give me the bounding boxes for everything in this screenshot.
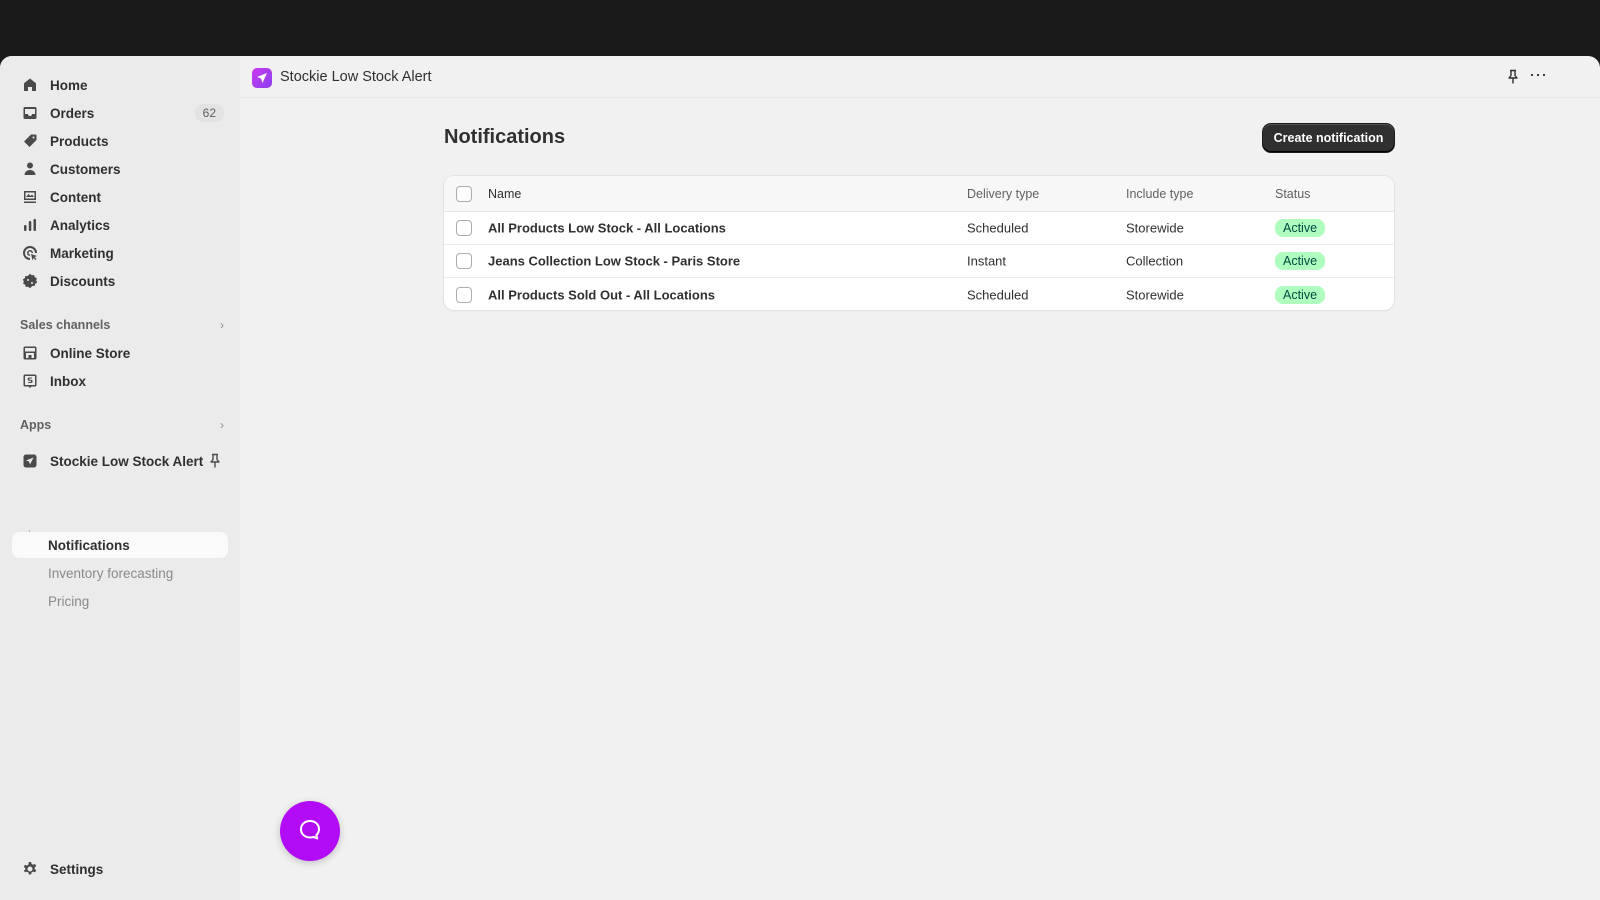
column-header-name: Name (488, 186, 522, 201)
table-row[interactable]: All Products Low Stock - All Locations S… (444, 212, 1394, 245)
row-checkbox[interactable] (456, 253, 472, 269)
app-topbar: Stockie Low Stock Alert ⋯ (240, 56, 1600, 98)
sidebar-item-label: Inbox (50, 373, 86, 389)
sidebar-item-home[interactable]: Home (12, 72, 228, 98)
sidebar-item-label: Notifications (48, 537, 130, 553)
person-icon (22, 161, 38, 177)
include-type: Storewide (1126, 220, 1184, 236)
row-checkbox[interactable] (456, 286, 472, 303)
sidebar-subitem-pricing[interactable]: Pricing (12, 588, 228, 614)
status-badge: Active (1275, 252, 1326, 270)
notification-name: Jeans Collection Low Stock - Paris Store (488, 253, 741, 269)
target-cursor-icon (22, 245, 38, 261)
page-title: Notifications (444, 126, 566, 148)
chevron-right-icon: › (220, 318, 224, 332)
sales-channels-header[interactable]: Sales channels › (20, 318, 224, 332)
chevron-right-icon: › (220, 418, 224, 432)
sidebar-item-label: Online Store (50, 345, 131, 361)
apps-header[interactable]: Apps › (20, 418, 224, 432)
create-notification-button[interactable]: Create notification (1263, 124, 1394, 152)
sidebar-item-label: Inventory forecasting (48, 565, 174, 581)
sidebar-subitem-inventory-forecasting[interactable]: Inventory forecasting (12, 560, 228, 586)
sidebar-item-label: Orders (50, 105, 95, 121)
column-header-status: Status (1275, 186, 1311, 201)
table-row[interactable]: All Products Sold Out - All Locations Sc… (444, 278, 1394, 310)
status-badge: Active (1275, 285, 1326, 304)
chat-bubble-icon (297, 817, 323, 846)
pin-icon[interactable] (1506, 69, 1520, 88)
gear-icon (22, 861, 38, 877)
notifications-table: Name Delivery type Include type Status A… (444, 176, 1394, 310)
status-cell: Active (1275, 252, 1326, 270)
inbox-chat-icon (22, 373, 38, 389)
delivery-type: Instant (967, 253, 1007, 269)
admin-window: Home Orders 62 Products Customers Conten… (0, 56, 1600, 900)
more-options-icon[interactable]: ⋯ (1529, 65, 1548, 86)
table-header: Name Delivery type Include type Status (444, 176, 1394, 212)
storefront-icon (22, 345, 38, 361)
delivery-type: Scheduled (967, 287, 1029, 302)
column-header-delivery: Delivery type (967, 186, 1040, 201)
column-header-include: Include type (1126, 186, 1194, 201)
include-type: Storewide (1126, 287, 1184, 302)
app-send-icon (22, 453, 38, 469)
status-badge: Active (1275, 219, 1326, 237)
sidebar-item-label: Marketing (50, 245, 114, 261)
sidebar-item-label: Analytics (50, 217, 111, 233)
discount-badge-icon (22, 273, 38, 289)
sidebar-item-label: Home (50, 77, 88, 93)
section-title: Apps (20, 418, 52, 432)
notification-name: All Products Low Stock - All Locations (488, 220, 726, 236)
sidebar-item-label: Pricing (48, 593, 90, 609)
sidebar-item-analytics[interactable]: Analytics (12, 212, 228, 238)
image-icon (22, 189, 38, 205)
sidebar-item-label: Stockie Low Stock Alert (50, 453, 204, 469)
sidebar-item-label: Content (50, 189, 101, 205)
pin-icon[interactable] (208, 453, 222, 472)
orders-count-badge: 62 (194, 104, 224, 122)
sidebar-item-label: Products (50, 133, 109, 149)
sidebar-item-stockie-app[interactable]: Stockie Low Stock Alert (12, 448, 228, 474)
sidebar-item-discounts[interactable]: Discounts (12, 268, 228, 294)
sidebar-item-orders[interactable]: Orders 62 (12, 100, 228, 126)
bar-chart-icon (22, 217, 38, 233)
home-icon (22, 77, 38, 93)
sidebar-item-marketing[interactable]: Marketing (12, 240, 228, 266)
sidebar-item-content[interactable]: Content (12, 184, 228, 210)
sidebar-item-online-store[interactable]: Online Store (12, 340, 228, 366)
tag-icon (22, 133, 38, 149)
chat-support-button[interactable] (280, 801, 340, 861)
notification-name: All Products Sold Out - All Locations (488, 287, 716, 302)
section-title: Sales channels (20, 318, 111, 332)
sidebar-item-settings[interactable]: Settings (12, 856, 228, 882)
sidebar-item-label: Settings (50, 861, 104, 877)
sidebar-item-label: Discounts (50, 273, 116, 289)
delivery-type: Scheduled (967, 220, 1029, 236)
row-checkbox[interactable] (456, 220, 472, 236)
status-cell: Active (1275, 219, 1326, 237)
app-title: Stockie Low Stock Alert (280, 69, 432, 85)
table-row[interactable]: Jeans Collection Low Stock - Paris Store… (444, 245, 1394, 278)
select-all-checkbox[interactable] (456, 185, 472, 202)
inbox-tray-icon (22, 105, 38, 121)
sidebar-item-customers[interactable]: Customers (12, 156, 228, 182)
include-type: Collection (1126, 253, 1184, 269)
app-logo-icon (252, 68, 272, 88)
sidebar-subitem-notifications[interactable]: Notifications (12, 532, 228, 558)
sidebar: Home Orders 62 Products Customers Conten… (0, 56, 240, 900)
sidebar-item-inbox[interactable]: Inbox (12, 368, 228, 394)
sidebar-item-products[interactable]: Products (12, 128, 228, 154)
sidebar-item-label: Customers (50, 161, 121, 177)
status-cell: Active (1275, 285, 1326, 304)
